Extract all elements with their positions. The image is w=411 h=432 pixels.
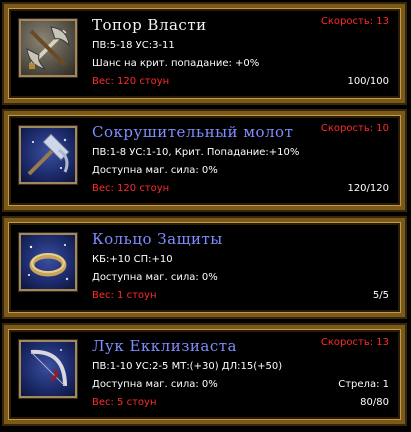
crossed-axe-sword-icon — [19, 19, 77, 77]
durability-value: 120/120 — [347, 183, 389, 194]
durability-value: 80/80 — [360, 397, 389, 408]
hammer-icon — [19, 126, 77, 184]
damage-stats: ПВ:5-18 УС:3-11 — [92, 40, 175, 51]
bow-icon — [19, 340, 77, 398]
item-title: Топор Власти — [92, 16, 207, 34]
ring-icon — [19, 233, 77, 291]
item-card-hammer[interactable]: Сокрушительный молот Скорость: 10 ПВ:1-8… — [2, 109, 407, 212]
durability-value: 100/100 — [347, 76, 389, 87]
magic-power: Доступна маг. сила: 0% — [92, 165, 218, 176]
crit-chance: Шанс на крит. попадание: +0% — [92, 58, 260, 69]
weight-label: Вес: 120 стоун — [92, 183, 170, 194]
speed-label: Скорость: 13 — [320, 337, 389, 348]
item-card-axe[interactable]: Топор Власти Скорость: 13 ПВ:5-18 УС:3-1… — [2, 2, 407, 105]
damage-stats: ПВ:1-8 УС:1-10, Крит. Попадание:+10% — [92, 147, 300, 158]
speed-label: Скорость: 13 — [320, 16, 389, 27]
weight-label: Вес: 1 стоун — [92, 290, 157, 301]
arrow-count: Стрела: 1 — [338, 379, 389, 390]
item-title: Сокрушительный молот — [92, 123, 294, 141]
magic-power: Доступна маг. сила: 0% — [92, 272, 218, 283]
weight-label: Вес: 5 стоун — [92, 397, 157, 408]
speed-label: Скорость: 10 — [320, 123, 389, 134]
weight-label: Вес: 120 стоун — [92, 76, 170, 87]
defense-stats: КБ:+10 СП:+10 — [92, 254, 173, 265]
item-title: Лук Екклизиаста — [92, 337, 237, 355]
item-card-ring[interactable]: Кольцо Защиты КБ:+10 СП:+10 Доступна маг… — [2, 216, 407, 319]
magic-power: Доступна маг. сила: 0% — [92, 379, 218, 390]
item-title: Кольцо Защиты — [92, 230, 223, 248]
damage-stats: ПВ:1-10 УС:2-5 МТ:(+30) ДЛ:15(+50) — [92, 361, 283, 372]
item-card-bow[interactable]: Лук Екклизиаста Скорость: 13 ПВ:1-10 УС:… — [2, 323, 407, 426]
durability-value: 5/5 — [372, 290, 389, 301]
